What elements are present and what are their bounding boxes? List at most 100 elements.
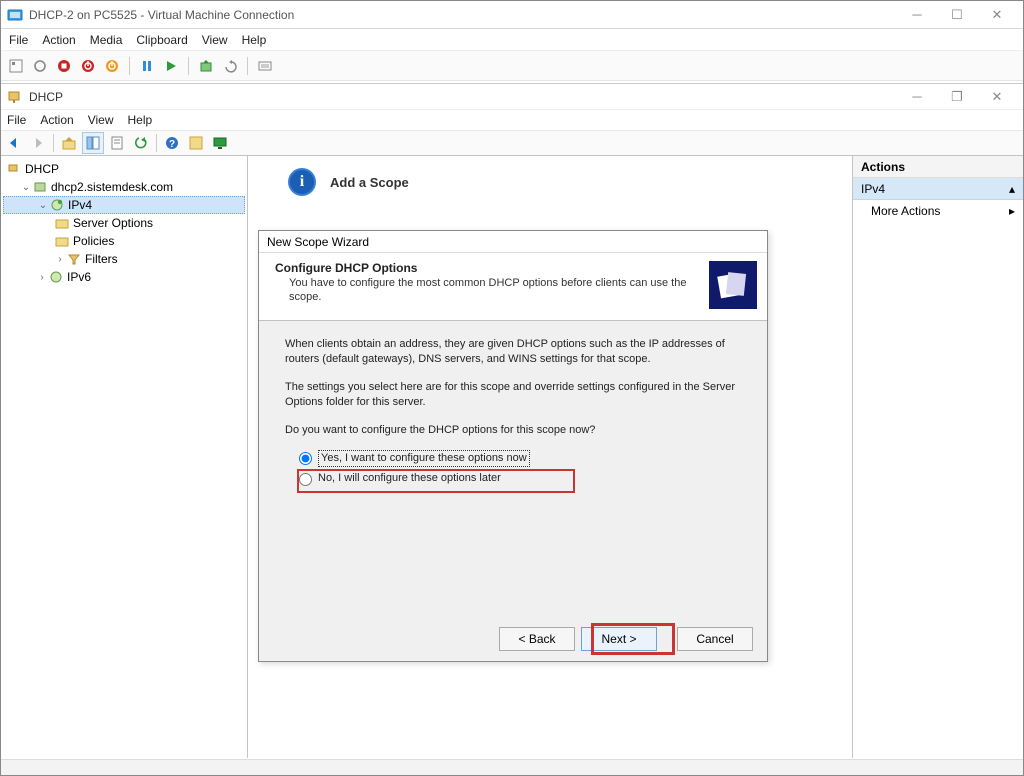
tree-root-label: DHCP <box>25 162 59 176</box>
up-icon[interactable] <box>58 132 80 154</box>
new-scope-wizard: New Scope Wizard Configure DHCP Options … <box>258 230 768 662</box>
display-icon[interactable] <box>209 132 231 154</box>
dhcp-window-controls: ─ ❐ ✕ <box>897 84 1017 110</box>
close-button[interactable]: ✕ <box>977 2 1017 28</box>
expander-icon[interactable]: › <box>55 254 65 265</box>
tree-ipv6-label: IPv6 <box>67 270 91 284</box>
wizard-paragraph-3: Do you want to configure the DHCP option… <box>285 423 741 438</box>
show-hide-tree-icon[interactable] <box>82 132 104 154</box>
toolbar-separator <box>129 57 130 75</box>
actions-pane: Actions IPv4 ▴ More Actions ▸ <box>853 156 1023 758</box>
actions-more-label: More Actions <box>871 204 940 218</box>
tree-root-dhcp[interactable]: DHCP <box>3 160 245 178</box>
actions-more-actions[interactable]: More Actions ▸ <box>853 200 1023 222</box>
actions-selected-label: IPv4 <box>861 182 885 196</box>
stop-icon[interactable] <box>55 57 73 75</box>
wizard-header-icon <box>709 261 757 309</box>
inner-close-button[interactable]: ✕ <box>977 84 1017 110</box>
info-icon: i <box>288 168 316 196</box>
shutdown-icon[interactable] <box>79 57 97 75</box>
mmc-toolbar: ? <box>1 130 1023 156</box>
radio-no-input[interactable] <box>299 473 312 486</box>
forward-icon[interactable] <box>27 132 49 154</box>
radio-configure-later[interactable]: No, I will configure these options later <box>299 471 741 486</box>
tree-pane[interactable]: DHCP ⌄ dhcp2.sistemdesk.com ⌄ IPv4 Serve… <box>1 156 248 758</box>
back-button[interactable]: < Back <box>499 627 575 651</box>
wizard-titlebar[interactable]: New Scope Wizard <box>259 231 767 253</box>
submenu-arrow-icon: ▸ <box>1009 204 1015 218</box>
play-icon[interactable] <box>162 57 180 75</box>
expander-icon[interactable]: ⌄ <box>21 182 31 193</box>
radio-no-label: No, I will configure these options later <box>318 471 501 486</box>
wizard-paragraph-1: When clients obtain an address, they are… <box>285 337 741 368</box>
tree-filters-label: Filters <box>85 252 118 266</box>
tree-ipv4[interactable]: ⌄ IPv4 <box>3 196 245 214</box>
vm-menu-view[interactable]: View <box>202 33 228 47</box>
actions-header: Actions <box>853 156 1023 178</box>
tree-server-options-label: Server Options <box>73 216 153 230</box>
help-icon[interactable]: ? <box>161 132 183 154</box>
vm-app-icon <box>7 7 23 23</box>
power-icon[interactable] <box>103 57 121 75</box>
toolbar-separator <box>53 134 54 152</box>
cancel-button[interactable]: Cancel <box>677 627 753 651</box>
radio-configure-now[interactable]: Yes, I want to configure these options n… <box>299 450 741 467</box>
dhcp-menu-file[interactable]: File <box>7 113 26 127</box>
folder-icon <box>55 216 69 230</box>
back-icon[interactable] <box>3 132 25 154</box>
toolbar-separator <box>188 57 189 75</box>
inner-restore-button[interactable]: ❐ <box>937 84 977 110</box>
radio-yes-input[interactable] <box>299 452 312 465</box>
expander-icon[interactable]: ⌄ <box>38 200 48 211</box>
wizard-header-title: Configure DHCP Options <box>275 261 687 275</box>
dhcp-app-icon <box>7 89 23 105</box>
export-list-icon[interactable] <box>185 132 207 154</box>
maximize-button[interactable]: ☐ <box>937 2 977 28</box>
vm-menu-file[interactable]: File <box>9 33 28 47</box>
wizard-title: New Scope Wizard <box>267 235 369 249</box>
checkpoint-icon[interactable] <box>197 57 215 75</box>
tree-ipv6[interactable]: › IPv6 <box>3 268 245 286</box>
wizard-paragraph-2: The settings you select here are for thi… <box>285 380 741 411</box>
properties-icon[interactable] <box>106 132 128 154</box>
wizard-button-row: < Back Next > Cancel <box>499 627 753 651</box>
tree-filters[interactable]: › Filters <box>3 250 245 268</box>
collapse-arrow-icon: ▴ <box>1009 182 1015 196</box>
next-button[interactable]: Next > <box>581 627 657 651</box>
minimize-button[interactable]: ─ <box>897 2 937 28</box>
dhcp-menu-view[interactable]: View <box>88 113 114 127</box>
dhcp-menu-help[interactable]: Help <box>128 113 153 127</box>
vm-menu-media[interactable]: Media <box>90 33 123 47</box>
ctrl-alt-del-icon[interactable] <box>7 57 25 75</box>
vm-titlebar: DHCP-2 on PC5525 - Virtual Machine Conne… <box>1 1 1023 29</box>
tree-server-options[interactable]: Server Options <box>3 214 245 232</box>
pause-icon[interactable] <box>138 57 156 75</box>
enhanced-session-icon[interactable] <box>256 57 274 75</box>
tree-policies[interactable]: Policies <box>3 232 245 250</box>
revert-icon[interactable] <box>221 57 239 75</box>
server-icon <box>33 180 47 194</box>
button-gap-spacer <box>663 627 671 651</box>
dhcp-title: DHCP <box>29 90 897 104</box>
dhcp-menu-action[interactable]: Action <box>40 113 73 127</box>
record-icon[interactable] <box>31 57 49 75</box>
filter-icon <box>67 252 81 266</box>
tree-policies-label: Policies <box>73 234 114 248</box>
tree-server[interactable]: ⌄ dhcp2.sistemdesk.com <box>3 178 245 196</box>
folder-icon <box>55 234 69 248</box>
dhcp-menu-bar: File Action View Help <box>1 110 1023 130</box>
expander-icon[interactable]: › <box>37 272 47 283</box>
wizard-header-sub: You have to configure the most common DH… <box>289 277 687 305</box>
vm-statusbar <box>1 759 1023 775</box>
refresh-icon[interactable] <box>130 132 152 154</box>
vm-menu-action[interactable]: Action <box>42 33 75 47</box>
vm-window: DHCP-2 on PC5525 - Virtual Machine Conne… <box>0 0 1024 776</box>
add-scope-header: i Add a Scope <box>288 168 812 196</box>
ipv6-icon <box>49 270 63 284</box>
inner-minimize-button[interactable]: ─ <box>897 84 937 110</box>
vm-menu-help[interactable]: Help <box>242 33 267 47</box>
toolbar-separator <box>247 57 248 75</box>
actions-selected-node[interactable]: IPv4 ▴ <box>853 178 1023 200</box>
vm-menu-clipboard[interactable]: Clipboard <box>136 33 187 47</box>
vm-window-controls: ─ ☐ ✕ <box>897 2 1017 28</box>
